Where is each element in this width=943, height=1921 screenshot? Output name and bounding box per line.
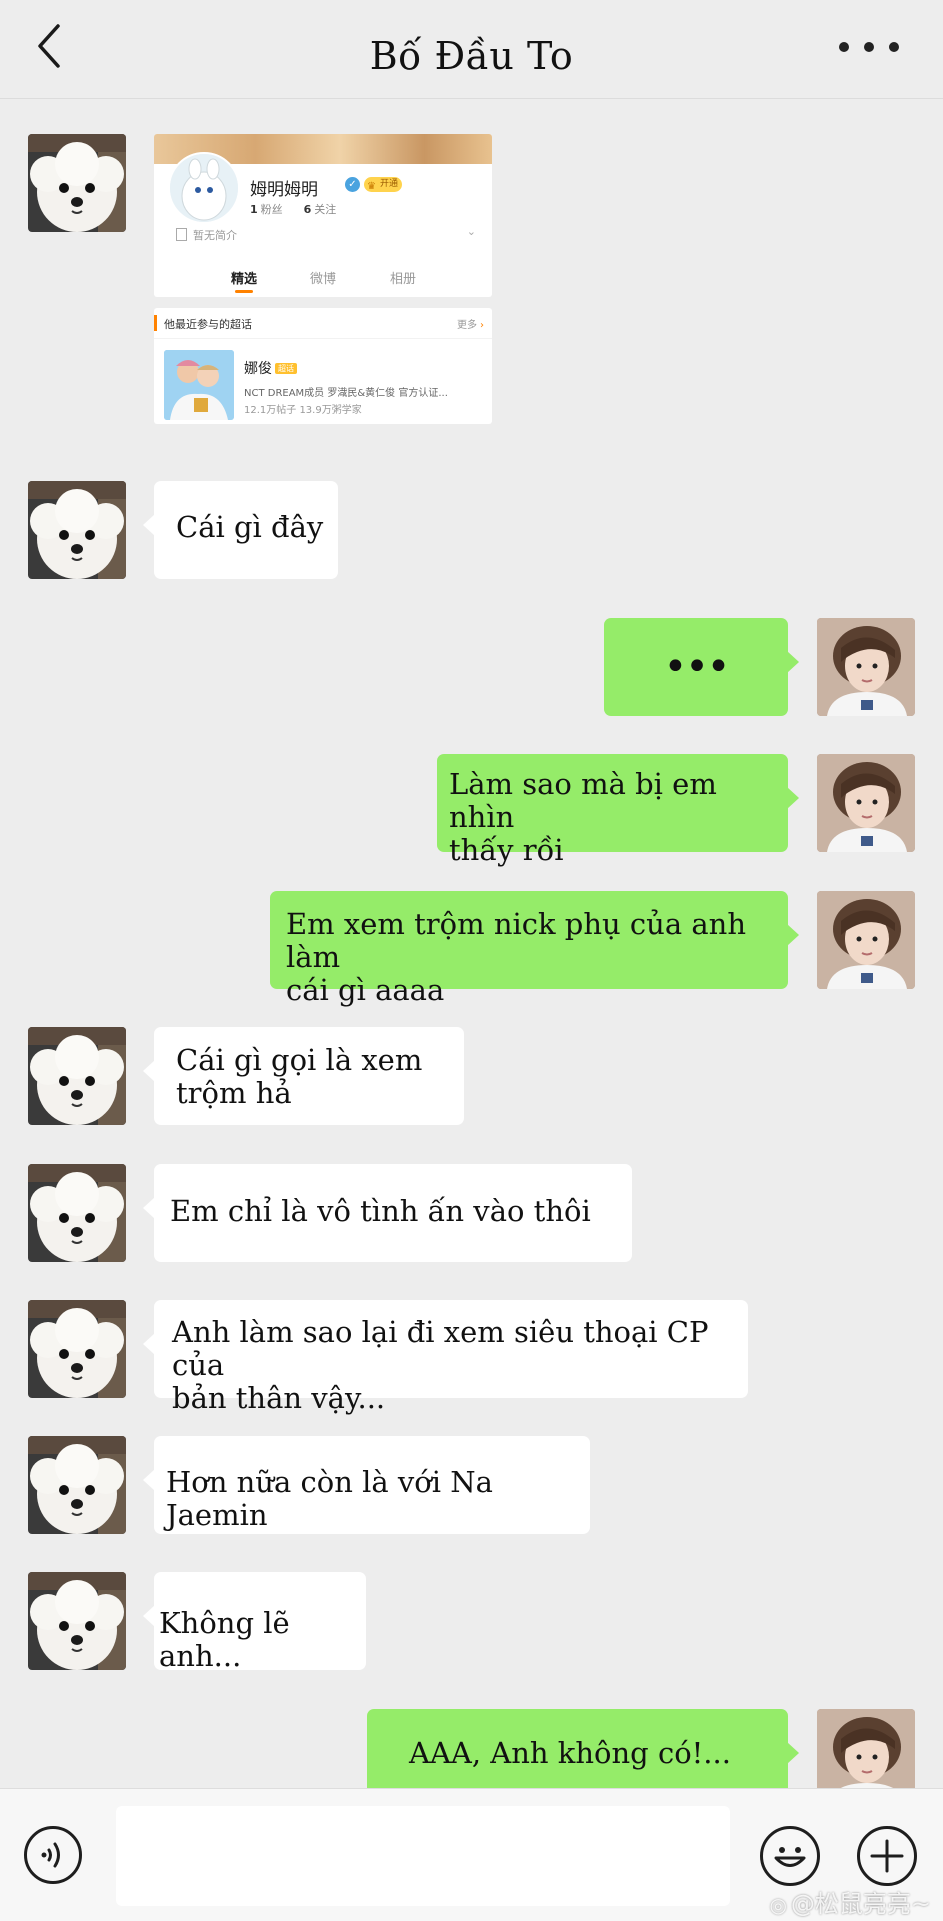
message-bubble[interactable]: Làm sao mà bị em nhìn thấy rồi [437, 754, 799, 867]
profile-name: 姆明姆明 [250, 180, 318, 200]
message-text: Em chỉ là vô tình ấn vào thôi [170, 1194, 591, 1228]
message-text: Cái gì đây [176, 510, 324, 544]
message-text-line: Em xem trộm nick phụ của anh làm [286, 907, 747, 974]
user-avatar[interactable] [817, 618, 915, 716]
more-dot-icon [839, 42, 849, 52]
chat-header: Bố Đầu To [0, 0, 943, 99]
topic-description: NCT DREAM成员 罗渽民&黄仁俊 官方认证... [244, 388, 448, 399]
tab-featured[interactable]: 精选 [231, 268, 257, 287]
follow-count: 6 [303, 203, 312, 216]
message-text-line: trộm hả [176, 1076, 292, 1110]
crown-icon: ♛ [367, 181, 376, 192]
profile-stats: 1 粉丝 6 关注 [250, 201, 336, 217]
more-link[interactable]: 更多 › [457, 316, 484, 331]
follow-label: 关注 [314, 203, 337, 216]
message-bubble[interactable]: Cái gì gọi là xem trộm hả [143, 1027, 464, 1125]
more-dot-icon [864, 42, 874, 52]
topic-name: 娜俊 超话 [244, 358, 297, 378]
contact-avatar[interactable] [28, 1164, 126, 1262]
supertopic-title: 他最近参与的超话 [164, 318, 252, 331]
more-dot-icon [889, 42, 899, 52]
watermark-text: @松鼠亮亮~ [790, 1890, 931, 1918]
message-text: Hơn nữa còn là với Na Jaemin [166, 1465, 493, 1532]
message-bubble[interactable]: Anh làm sao lại đi xem siêu thoại CP của… [143, 1300, 748, 1415]
contact-avatar[interactable] [28, 1436, 126, 1534]
profile-bio: 暂无简介 [176, 227, 237, 243]
document-icon [176, 228, 187, 241]
message-bubble[interactable]: Không lẽ anh... [143, 1572, 366, 1673]
bio-text: 暂无简介 [193, 229, 237, 242]
topic-image [164, 350, 234, 420]
contact-avatar[interactable] [28, 481, 126, 579]
chat-title: Bố Đầu To [369, 34, 574, 78]
contact-avatar[interactable] [28, 1300, 126, 1398]
divider [154, 338, 492, 339]
fans-count: 1 [250, 203, 258, 216]
active-tab-indicator [235, 290, 253, 293]
contact-avatar[interactable] [28, 1572, 126, 1670]
smiley-icon [774, 1847, 806, 1867]
message-text-line: Làm sao mà bị em nhìn [449, 767, 717, 834]
tab-weibo[interactable]: 微博 [310, 268, 336, 287]
more-label: 更多 [457, 320, 477, 331]
fans-label: 粉丝 [260, 203, 283, 216]
message-text: AAA, Anh không có!... [409, 1736, 731, 1770]
message-bubble[interactable]: Hơn nữa còn là với Na Jaemin [143, 1436, 590, 1534]
contact-avatar[interactable] [28, 134, 126, 232]
message-text: ••• [663, 644, 731, 690]
message-text-line: bản thân vậy... [172, 1381, 386, 1415]
add-attachment-button[interactable] [857, 1826, 917, 1886]
more-options-button[interactable] [839, 30, 899, 64]
message-text: Không lẽ anh... [159, 1606, 290, 1673]
message-bubble[interactable]: Cái gì đây [143, 481, 338, 579]
contact-avatar[interactable] [28, 1027, 126, 1125]
message-text-line: Cái gì gọi là xem [176, 1043, 423, 1077]
weibo-profile-card[interactable]: 姆明姆明 ✓ ♛ 开通 1 粉丝 6 关注 暂无简介 ⌄ 精选 微博 相册 他最近参… [154, 134, 492, 424]
message-input[interactable] [116, 1806, 730, 1906]
profile-header: 姆明姆明 ✓ ♛ 开通 1 粉丝 6 关注 暂无简介 ⌄ 精选 微博 相册 [154, 134, 492, 297]
weibo-logo-icon: ◎ [769, 1893, 787, 1917]
message-text-line: thấy rồi [449, 833, 564, 867]
watermark: ◎ @松鼠亮亮~ [769, 1884, 931, 1919]
voice-button[interactable] [24, 1826, 82, 1884]
emoji-button[interactable] [760, 1826, 820, 1886]
section-accent [154, 315, 157, 331]
vip-badge[interactable]: ♛ 开通 [364, 177, 403, 192]
message-bubble[interactable]: Em chỉ là vô tình ấn vào thôi [143, 1164, 632, 1262]
verified-icon: ✓ [345, 177, 360, 192]
profile-avatar [168, 152, 240, 224]
user-avatar[interactable] [817, 891, 915, 989]
user-avatar[interactable] [817, 754, 915, 852]
plus-icon [870, 1839, 904, 1873]
message-bubble[interactable]: Em xem trộm nick phụ của anh làm cái gì … [270, 891, 799, 1007]
topic-tag: 超话 [275, 363, 297, 374]
topic-name-text: 娜俊 [244, 361, 272, 377]
tab-album[interactable]: 相册 [390, 268, 416, 287]
message-text-line: cái gì aaaa [286, 973, 445, 1007]
supertopic-section[interactable]: 他最近参与的超话 更多 › 娜俊 超话 NCT DREAM成员 罗渽民&黄仁俊 官方… [154, 308, 492, 424]
message-text-line: Anh làm sao lại đi xem siêu thoại CP của [172, 1315, 709, 1382]
vip-label: 开通 [380, 179, 399, 189]
message-bubble[interactable]: ••• [604, 618, 799, 716]
voice-icon [41, 1842, 60, 1868]
topic-meta: 12.1万帖子 13.9万粥学家 [244, 405, 362, 416]
chevron-down-icon[interactable]: ⌄ [467, 225, 476, 238]
chevron-right-icon: › [480, 320, 484, 331]
